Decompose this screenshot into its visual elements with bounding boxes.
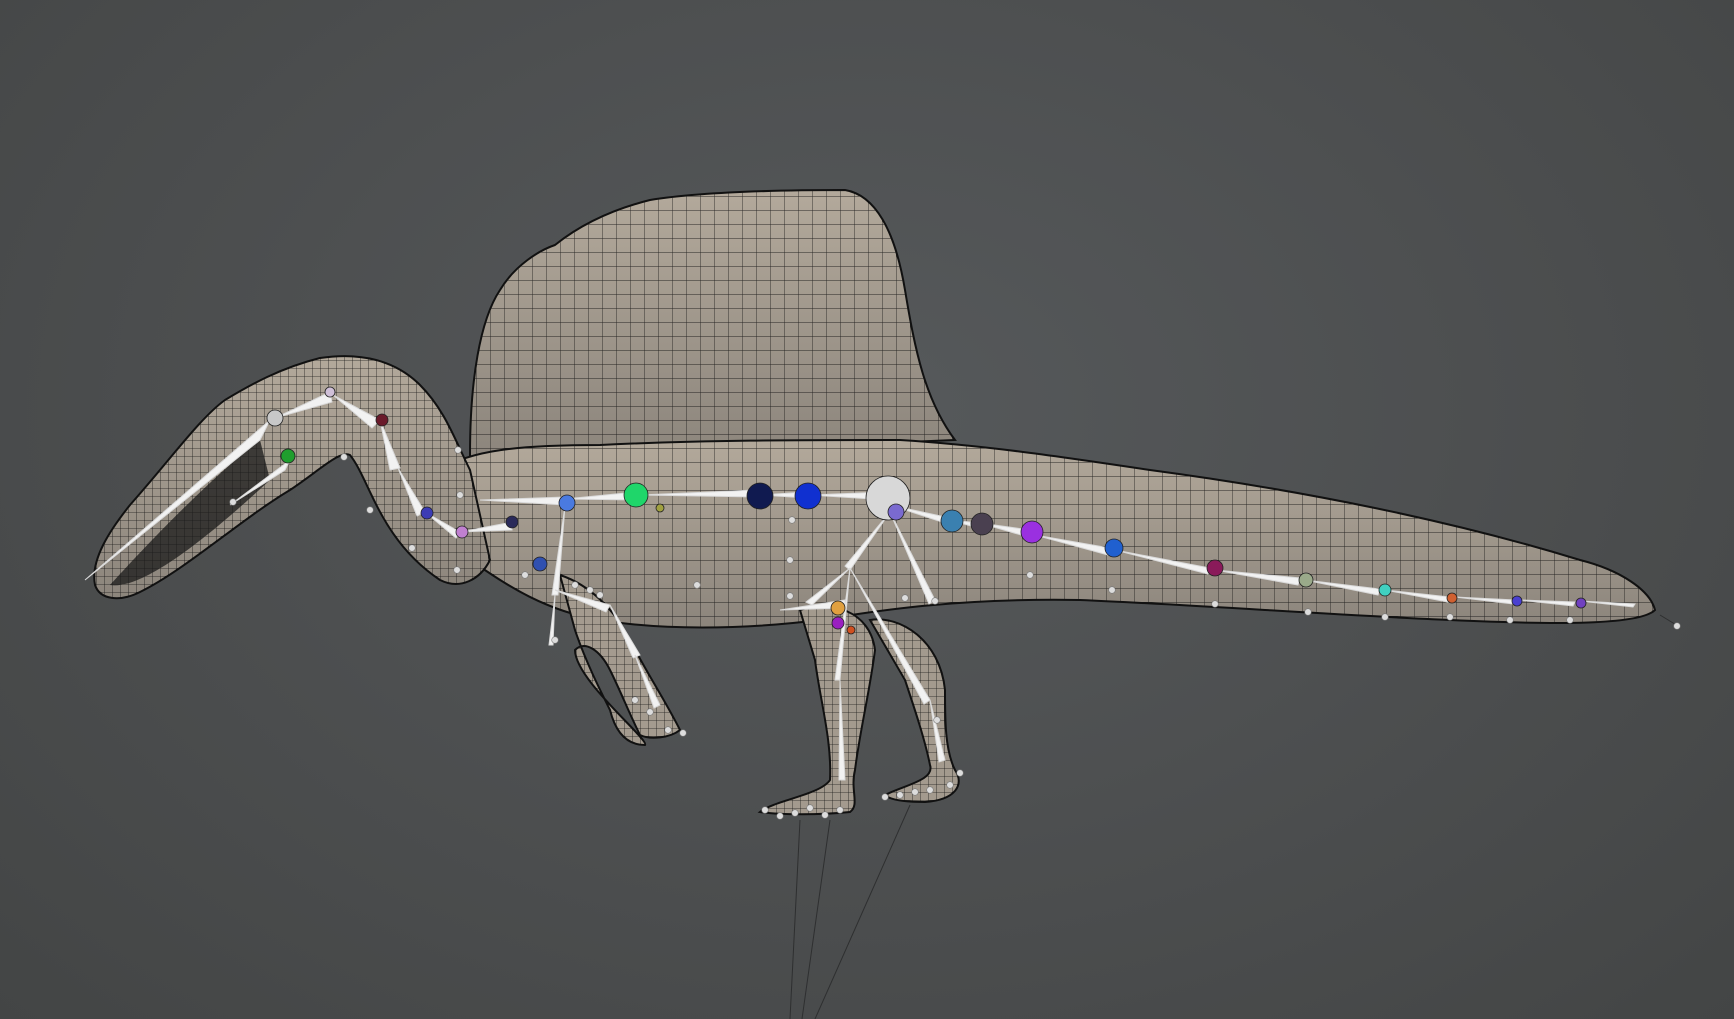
control-point-19[interactable] [786, 556, 794, 564]
joint-19[interactable] [1206, 559, 1224, 577]
control-point-13[interactable] [631, 696, 639, 704]
control-point-24[interactable] [1108, 586, 1116, 594]
joint-14[interactable] [887, 503, 905, 521]
control-point-37[interactable] [836, 806, 844, 814]
control-point-11[interactable] [586, 586, 594, 594]
joint-3[interactable] [375, 413, 389, 427]
hind-leg-right-mesh[interactable] [868, 618, 960, 804]
control-point-17[interactable] [693, 581, 701, 589]
joint-2[interactable] [280, 448, 296, 464]
control-point-39[interactable] [896, 791, 904, 799]
control-point-23[interactable] [1026, 571, 1034, 579]
joint-15[interactable] [940, 509, 964, 533]
joint-16[interactable] [970, 512, 994, 536]
control-point-22[interactable] [931, 597, 939, 605]
control-point-15[interactable] [664, 726, 672, 734]
joint-8[interactable] [558, 494, 576, 512]
control-point-27[interactable] [1381, 613, 1389, 621]
control-point-1[interactable] [229, 498, 237, 506]
joint-11[interactable] [746, 482, 774, 510]
control-point-4[interactable] [408, 544, 416, 552]
control-point-30[interactable] [1566, 616, 1574, 624]
joint-27[interactable] [831, 616, 845, 630]
control-point-32[interactable] [761, 806, 769, 814]
control-point-2[interactable] [340, 453, 348, 461]
head-neck-mesh[interactable] [93, 355, 492, 600]
control-point-20[interactable] [788, 516, 796, 524]
control-point-36[interactable] [821, 811, 829, 819]
control-point-7[interactable] [456, 491, 464, 499]
sail-mesh[interactable] [469, 188, 957, 462]
control-point-33[interactable] [776, 812, 784, 820]
control-point-12[interactable] [596, 591, 604, 599]
control-point-9[interactable] [551, 636, 559, 644]
control-point-28[interactable] [1446, 613, 1454, 621]
control-point-29[interactable] [1506, 616, 1514, 624]
joint-23[interactable] [1511, 595, 1523, 607]
control-point-34[interactable] [791, 809, 799, 817]
control-point-8[interactable] [521, 571, 529, 579]
spinosaurus-rig-model[interactable] [0, 0, 1734, 1019]
joint-25[interactable] [532, 556, 548, 572]
joint-4[interactable] [324, 386, 336, 398]
control-point-26[interactable] [1304, 608, 1312, 616]
control-point-18[interactable] [786, 592, 794, 600]
joint-1[interactable] [266, 409, 284, 427]
joint-21[interactable] [1378, 583, 1392, 597]
joint-26[interactable] [830, 600, 846, 616]
control-point-3[interactable] [366, 506, 374, 514]
joint-12[interactable] [794, 482, 822, 510]
joint-17[interactable] [1020, 520, 1044, 544]
control-point-42[interactable] [946, 781, 954, 789]
control-point-16[interactable] [679, 729, 687, 737]
joint-22[interactable] [1446, 592, 1458, 604]
control-point-14[interactable] [646, 708, 654, 716]
control-point-40[interactable] [911, 788, 919, 796]
control-point-5[interactable] [453, 566, 461, 574]
joint-20[interactable] [1298, 572, 1314, 588]
joint-9[interactable] [623, 482, 649, 508]
control-point-21[interactable] [901, 594, 909, 602]
joint-18[interactable] [1104, 538, 1124, 558]
control-point-44[interactable] [933, 716, 941, 724]
hind-leg-left-mesh[interactable] [757, 605, 877, 816]
control-point-43[interactable] [956, 769, 964, 777]
joint-6[interactable] [455, 525, 469, 539]
control-point-10[interactable] [571, 581, 579, 589]
control-point-41[interactable] [926, 786, 934, 794]
control-point-25[interactable] [1211, 600, 1219, 608]
joint-24[interactable] [1575, 597, 1587, 609]
joint-28[interactable] [846, 625, 856, 635]
joint-7[interactable] [505, 515, 519, 529]
control-point-6[interactable] [454, 446, 462, 454]
joint-5[interactable] [420, 506, 434, 520]
3d-viewport[interactable] [0, 0, 1734, 1019]
control-point-31[interactable] [1673, 622, 1681, 630]
control-point-35[interactable] [806, 804, 814, 812]
joint-10[interactable] [655, 503, 665, 513]
control-point-38[interactable] [881, 793, 889, 801]
